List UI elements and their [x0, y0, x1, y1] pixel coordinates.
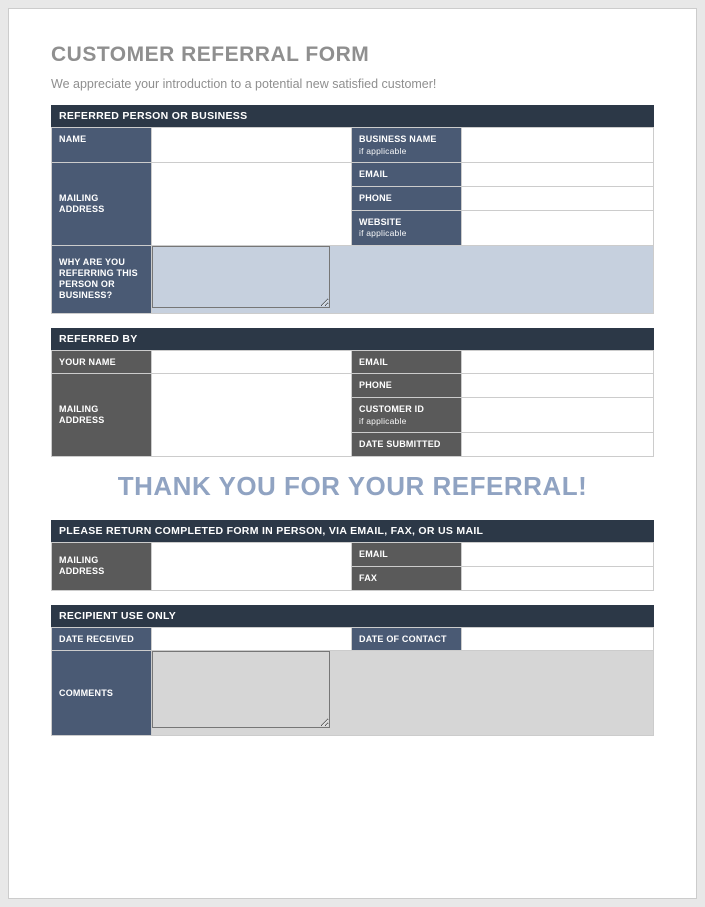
- label-phone: PHONE: [352, 186, 462, 210]
- label-business: BUSINESS NAMEif applicable: [352, 128, 462, 163]
- field-date[interactable]: [462, 433, 654, 457]
- field-fax[interactable]: [462, 566, 654, 590]
- label-contact: DATE OF CONTACT: [352, 627, 462, 651]
- section-header: PLEASE RETURN COMPLETED FORM IN PERSON, …: [51, 520, 654, 542]
- field-email3[interactable]: [462, 542, 654, 566]
- label-mailing2: MAILING ADDRESS: [52, 374, 152, 457]
- label-received: DATE RECEIVED: [52, 627, 152, 651]
- field-email[interactable]: [462, 162, 654, 186]
- field-why[interactable]: [152, 245, 654, 313]
- field-contact[interactable]: [462, 627, 654, 651]
- field-website[interactable]: [462, 210, 654, 245]
- page: CUSTOMER REFERRAL FORM We appreciate you…: [8, 8, 697, 899]
- label-why: WHY ARE YOU REFERRING THIS PERSON OR BUS…: [52, 245, 152, 313]
- label-email3: EMAIL: [352, 542, 462, 566]
- label-comments: COMMENTS: [52, 651, 152, 736]
- label-mailing: MAILING ADDRESS: [52, 162, 152, 245]
- page-title: CUSTOMER REFERRAL FORM: [51, 43, 654, 67]
- field-email2[interactable]: [462, 350, 654, 374]
- section-header: REFERRED PERSON OR BUSINESS: [51, 105, 654, 127]
- section-header: REFERRED BY: [51, 328, 654, 350]
- field-mailing2[interactable]: [152, 374, 352, 457]
- field-mailing[interactable]: [152, 162, 352, 245]
- section-return: PLEASE RETURN COMPLETED FORM IN PERSON, …: [51, 520, 654, 591]
- label-email2: EMAIL: [352, 350, 462, 374]
- label-yourname: YOUR NAME: [52, 350, 152, 374]
- field-comments[interactable]: [152, 651, 654, 736]
- field-received[interactable]: [152, 627, 352, 651]
- recipient-table: DATE RECEIVED DATE OF CONTACT COMMENTS: [51, 627, 654, 737]
- field-custid[interactable]: [462, 398, 654, 433]
- field-mailing3[interactable]: [152, 542, 352, 590]
- label-custid: CUSTOMER IDif applicable: [352, 398, 462, 433]
- section-referred-person: REFERRED PERSON OR BUSINESS NAME BUSINES…: [51, 105, 654, 314]
- label-website: WEBSITEif applicable: [352, 210, 462, 245]
- section-header: RECIPIENT USE ONLY: [51, 605, 654, 627]
- thank-you-text: THANK YOU FOR YOUR REFERRAL!: [51, 471, 654, 502]
- label-fax: FAX: [352, 566, 462, 590]
- field-business[interactable]: [462, 128, 654, 163]
- section-referred-by: REFERRED BY YOUR NAME EMAIL MAILING ADDR…: [51, 328, 654, 457]
- intro-text: We appreciate your introduction to a pot…: [51, 77, 654, 91]
- return-table: MAILING ADDRESS EMAIL FAX: [51, 542, 654, 591]
- label-phone2: PHONE: [352, 374, 462, 398]
- referred-by-table: YOUR NAME EMAIL MAILING ADDRESS PHONE CU…: [51, 350, 654, 457]
- field-phone[interactable]: [462, 186, 654, 210]
- field-name[interactable]: [152, 128, 352, 163]
- section-recipient: RECIPIENT USE ONLY DATE RECEIVED DATE OF…: [51, 605, 654, 737]
- label-date: DATE SUBMITTED: [352, 433, 462, 457]
- label-mailing3: MAILING ADDRESS: [52, 542, 152, 590]
- referred-person-table: NAME BUSINESS NAMEif applicable MAILING …: [51, 127, 654, 314]
- field-phone2[interactable]: [462, 374, 654, 398]
- label-name: NAME: [52, 128, 152, 163]
- field-yourname[interactable]: [152, 350, 352, 374]
- label-email: EMAIL: [352, 162, 462, 186]
